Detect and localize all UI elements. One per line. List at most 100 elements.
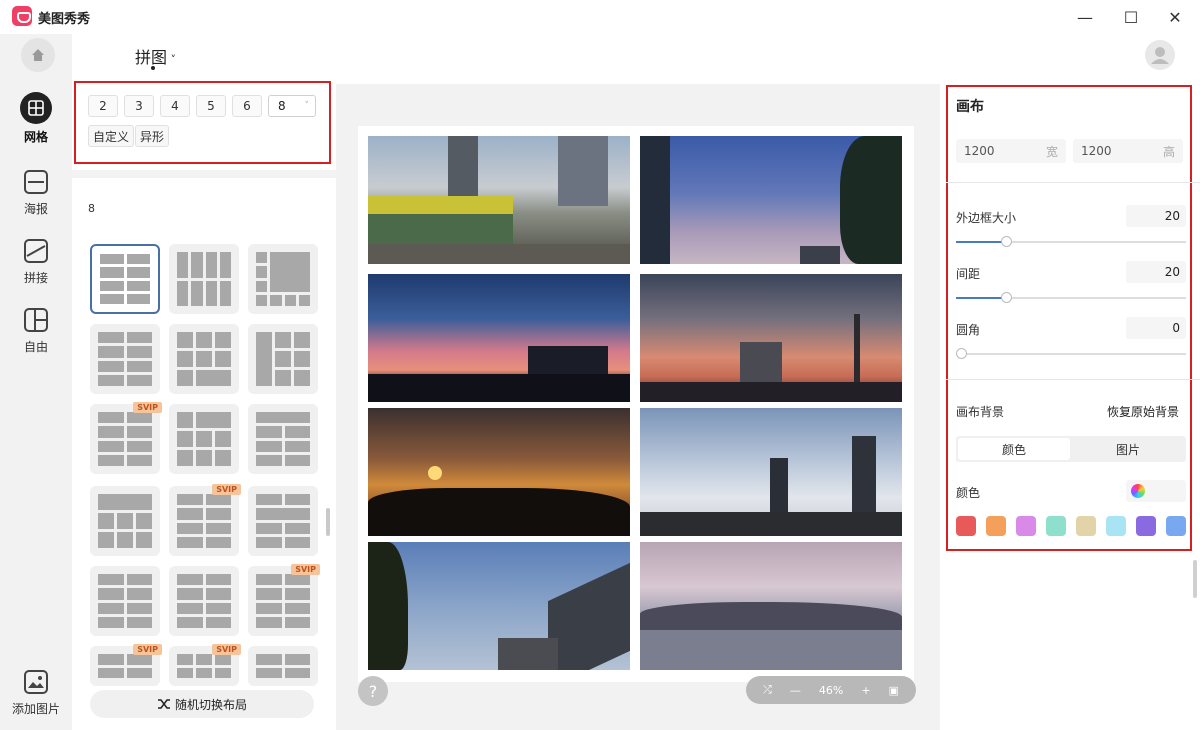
minimize-button[interactable]: —	[1062, 0, 1108, 34]
layout-template[interactable]	[248, 324, 318, 394]
layout-template[interactable]: SVIP	[90, 402, 162, 474]
layout-template[interactable]	[90, 566, 160, 636]
layout-template[interactable]	[169, 566, 239, 636]
fit-screen-icon[interactable]: ▣	[889, 684, 899, 697]
zoom-out-button[interactable]: —	[790, 684, 801, 697]
color-swatch[interactable]	[1106, 516, 1126, 536]
count-select[interactable]: 8 ˅	[268, 95, 316, 117]
corner-label: 圆角	[956, 323, 981, 337]
count-button-6[interactable]: 6	[232, 95, 262, 117]
spacing-input[interactable]: 20	[1126, 261, 1186, 283]
photo-slot[interactable]	[368, 136, 630, 264]
corner-slider-handle[interactable]	[956, 348, 967, 359]
home-button[interactable]	[21, 38, 55, 72]
photo-slot[interactable]	[368, 408, 630, 536]
user-avatar[interactable]	[1145, 40, 1175, 70]
maximize-button[interactable]: ☐	[1108, 0, 1154, 34]
layout-template[interactable]	[248, 486, 318, 556]
outer-border-slider-handle[interactable]	[1001, 236, 1012, 247]
layout-template[interactable]	[248, 244, 318, 314]
svip-badge: SVIP	[133, 644, 162, 655]
zoom-in-button[interactable]: +	[861, 684, 870, 697]
panel-scrollbar[interactable]	[326, 508, 330, 536]
corner-input[interactable]: 0	[1126, 317, 1186, 339]
count-button-2[interactable]: 2	[88, 95, 118, 117]
outer-border-input[interactable]: 20	[1126, 205, 1186, 227]
shuffle-icon[interactable]: ⤮	[763, 683, 772, 697]
title-bar: 美图秀秀 — ☐ ✕	[0, 0, 1200, 34]
spacing-slider-handle[interactable]	[1001, 292, 1012, 303]
layout-template[interactable]	[248, 404, 318, 474]
photo-slot[interactable]	[640, 542, 902, 670]
color-swatch[interactable]	[1166, 516, 1186, 536]
layout-template[interactable]	[169, 404, 239, 474]
user-icon	[1151, 47, 1169, 64]
tab-image[interactable]: 图片	[1072, 438, 1184, 460]
tab-color[interactable]: 颜色	[958, 438, 1070, 460]
layout-template[interactable]: SVIP	[169, 644, 241, 686]
help-button[interactable]: ?	[358, 676, 388, 706]
color-swatch[interactable]	[1016, 516, 1036, 536]
layout-template[interactable]	[169, 324, 239, 394]
width-field[interactable]: 1200 宽	[956, 139, 1066, 163]
nav-item-grid[interactable]: 网格	[0, 92, 72, 156]
right-panel-scrollbar[interactable]	[1193, 560, 1197, 598]
photo-slot[interactable]	[640, 408, 902, 536]
count-button-3[interactable]: 3	[124, 95, 154, 117]
layout-template[interactable]	[90, 486, 160, 556]
poster-icon	[24, 170, 48, 194]
shuffle-icon	[157, 699, 170, 709]
layout-template[interactable]	[248, 646, 318, 686]
count-button-5[interactable]: 5	[196, 95, 226, 117]
photo-slot[interactable]	[640, 136, 902, 264]
layout-template[interactable]	[90, 244, 160, 314]
nav-item-poster[interactable]: 海报	[0, 170, 72, 230]
outer-border-label: 外边框大小	[956, 211, 1017, 225]
panel-divider	[72, 170, 336, 178]
add-image-button[interactable]: 添加图片	[0, 670, 72, 730]
color-swatch[interactable]	[1046, 516, 1066, 536]
photo-slot[interactable]	[640, 274, 902, 402]
layout-template[interactable]: SVIP	[169, 484, 241, 556]
background-label: 画布背景	[956, 405, 1005, 419]
photo-slot[interactable]	[368, 274, 630, 402]
shaped-layout-button[interactable]: 异形	[135, 125, 170, 147]
layout-template[interactable]	[90, 324, 160, 394]
photo-slot[interactable]	[368, 542, 630, 670]
tool-title-dropdown[interactable]: 拼图 ˅	[135, 44, 176, 68]
nav-item-stitch[interactable]: 拼接	[0, 239, 72, 299]
nav-label-poster: 海报	[23, 202, 48, 216]
add-image-label: 添加图片	[11, 702, 60, 716]
count-button-4[interactable]: 4	[160, 95, 190, 117]
divider	[946, 182, 1200, 183]
nav-item-free[interactable]: 自由	[0, 308, 72, 368]
home-icon	[32, 49, 44, 61]
corner-slider-track	[956, 353, 1186, 355]
close-button[interactable]: ✕	[1152, 0, 1198, 34]
layout-template[interactable]: SVIP	[90, 644, 162, 686]
height-field[interactable]: 1200 高	[1073, 139, 1183, 163]
color-swatch[interactable]	[1076, 516, 1096, 536]
color-swatch[interactable]	[986, 516, 1006, 536]
color-label: 颜色	[956, 486, 981, 500]
spacing-slider-fill	[956, 297, 1006, 299]
svip-badge: SVIP	[212, 484, 241, 495]
custom-layout-button[interactable]: 自定义	[88, 125, 135, 147]
color-swatch[interactable]	[1136, 516, 1156, 536]
chevron-down-icon: ˅	[167, 53, 177, 66]
color-swatch[interactable]	[956, 516, 976, 536]
grid-icon	[20, 92, 52, 124]
chevron-down-icon: ˅	[304, 101, 310, 111]
shuffle-layout-button[interactable]: 随机切换布局	[90, 690, 314, 718]
color-picker-icon[interactable]	[1126, 480, 1186, 502]
app-title: 美图秀秀	[38, 12, 91, 27]
image-count-selector	[74, 81, 331, 164]
app-logo-icon	[12, 6, 32, 26]
nav-label-free: 自由	[23, 340, 48, 354]
layout-template[interactable]: SVIP	[248, 564, 320, 636]
reset-background-button[interactable]: 恢复原始背景	[1107, 403, 1179, 420]
nav-label-grid: 网格	[23, 130, 48, 144]
collage-canvas[interactable]	[358, 126, 914, 682]
layout-template[interactable]	[169, 244, 239, 314]
spacing-label: 间距	[956, 267, 981, 281]
